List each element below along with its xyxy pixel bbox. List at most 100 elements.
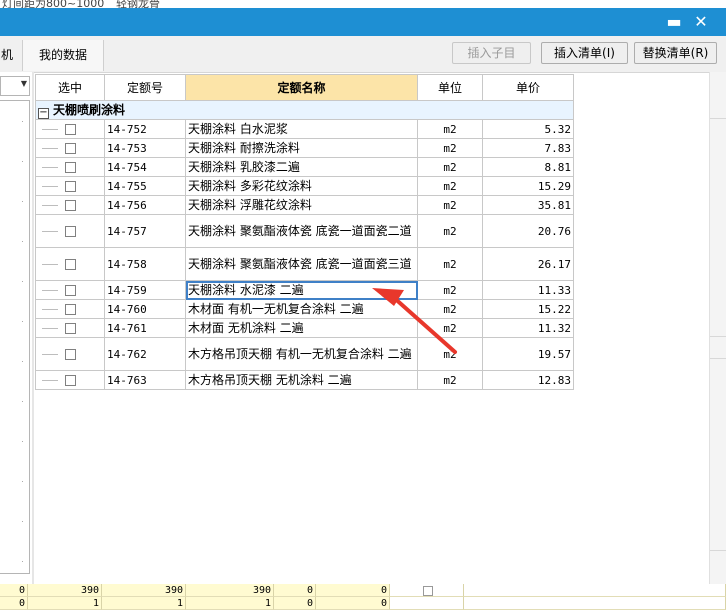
quota-code[interactable]: 14-758 xyxy=(104,247,186,281)
table-row[interactable]: 14-753 天棚涂料 耐擦洗涂料 m2 7.83 xyxy=(35,138,574,158)
quota-price[interactable]: 11.32 xyxy=(482,318,574,338)
header-unit[interactable]: 单位 xyxy=(417,74,483,101)
category-dropdown[interactable]: ▼ xyxy=(0,76,30,96)
cell[interactable]: 0 xyxy=(274,597,316,610)
quota-code[interactable]: 14-761 xyxy=(104,318,186,338)
quota-price[interactable]: 8.81 xyxy=(482,157,574,177)
row-checkbox[interactable] xyxy=(64,226,76,237)
cell[interactable]: 0 xyxy=(274,584,316,597)
quota-price[interactable]: 12.83 xyxy=(482,370,574,390)
header-select[interactable]: 选中 xyxy=(35,74,105,101)
quota-name[interactable]: 天棚涂料 水泥漆 二遍 xyxy=(185,280,418,300)
quota-code[interactable]: 14-756 xyxy=(104,195,186,215)
cell[interactable]: 1 xyxy=(186,597,274,610)
cell[interactable]: 390 xyxy=(102,584,186,597)
quota-name[interactable]: 天棚涂料 聚氨酯液体瓷 底瓷一道面瓷二道 xyxy=(185,214,418,248)
select-cell[interactable] xyxy=(35,299,105,319)
table-row[interactable]: 14-754 天棚涂料 乳胶漆二遍 m2 8.81 xyxy=(35,157,574,177)
cell[interactable]: 390 xyxy=(186,584,274,597)
select-cell[interactable] xyxy=(35,195,105,215)
row-checkbox[interactable] xyxy=(64,200,76,211)
cell[interactable]: 1 xyxy=(28,597,102,610)
quota-unit[interactable]: m2 xyxy=(417,370,483,390)
select-cell[interactable] xyxy=(35,247,105,281)
select-cell[interactable] xyxy=(35,370,105,390)
select-cell[interactable] xyxy=(35,280,105,300)
select-cell[interactable] xyxy=(35,157,105,177)
quota-name[interactable]: 天棚涂料 乳胶漆二遍 xyxy=(185,157,418,177)
insert-list-button[interactable]: 插入清单(I) xyxy=(541,42,628,64)
group-row[interactable]: − 天棚喷刷涂料 xyxy=(35,100,574,120)
row-checkbox[interactable] xyxy=(64,349,76,360)
cell[interactable]: 0 xyxy=(316,584,390,597)
quota-unit[interactable]: m2 xyxy=(417,176,483,196)
select-cell[interactable] xyxy=(35,337,105,371)
quota-unit[interactable]: m2 xyxy=(417,280,483,300)
table-row[interactable]: 14-763 木方格吊顶天棚 无机涂料 二遍 m2 12.83 xyxy=(35,370,574,390)
quota-name[interactable]: 木方格吊顶天棚 无机涂料 二遍 xyxy=(185,370,418,390)
quota-code[interactable]: 14-760 xyxy=(104,299,186,319)
table-row[interactable]: 14-752 天棚涂料 白水泥浆 m2 5.32 xyxy=(35,119,574,139)
cell[interactable]: 390 xyxy=(28,584,102,597)
row-checkbox[interactable] xyxy=(64,162,76,173)
quota-name[interactable]: 天棚涂料 聚氨酯液体瓷 底瓷一道面瓷三道 xyxy=(185,247,418,281)
quota-code[interactable]: 14-759 xyxy=(104,280,186,300)
table-row[interactable]: 14-762 木方格吊顶天棚 有机一无机复合涂料 二遍 m2 19.57 xyxy=(35,337,574,371)
close-icon[interactable]: ✕ xyxy=(689,10,713,34)
row-checkbox[interactable] xyxy=(64,323,76,334)
cell[interactable]: 0 xyxy=(0,597,28,610)
table-row[interactable]: 14-757 天棚涂料 聚氨酯液体瓷 底瓷一道面瓷二道 m2 20.76 xyxy=(35,214,574,248)
quota-name[interactable]: 天棚涂料 多彩花纹涂料 xyxy=(185,176,418,196)
quota-name[interactable]: 木材面 有机一无机复合涂料 二遍 xyxy=(185,299,418,319)
table-row[interactable]: 14-755 天棚涂料 多彩花纹涂料 m2 15.29 xyxy=(35,176,574,196)
row-checkbox[interactable] xyxy=(64,124,76,135)
select-cell[interactable] xyxy=(35,318,105,338)
header-name[interactable]: 定额名称 xyxy=(185,74,418,101)
category-tree[interactable] xyxy=(0,100,30,574)
quota-code[interactable]: 14-755 xyxy=(104,176,186,196)
quota-price[interactable]: 15.22 xyxy=(482,299,574,319)
quota-code[interactable]: 14-753 xyxy=(104,138,186,158)
table-row[interactable]: 14-760 木材面 有机一无机复合涂料 二遍 m2 15.22 xyxy=(35,299,574,319)
insert-child-button[interactable]: 插入子目 xyxy=(452,42,531,64)
quota-unit[interactable]: m2 xyxy=(417,157,483,177)
tab-left-cut[interactable]: 机 xyxy=(0,40,23,71)
quota-price[interactable]: 7.83 xyxy=(482,138,574,158)
row-checkbox[interactable] xyxy=(64,259,76,270)
quota-price[interactable]: 5.32 xyxy=(482,119,574,139)
select-cell[interactable] xyxy=(35,176,105,196)
header-code[interactable]: 定额号 xyxy=(104,74,186,101)
cell[interactable] xyxy=(390,597,464,610)
table-row[interactable]: 14-761 木材面 无机涂料 二遍 m2 11.32 xyxy=(35,318,574,338)
cell[interactable]: 0 xyxy=(316,597,390,610)
minimize-icon[interactable]: ▬ xyxy=(662,10,686,34)
row-checkbox[interactable] xyxy=(64,285,76,296)
table-row[interactable]: 14-759 天棚涂料 水泥漆 二遍 m2 11.33 xyxy=(35,280,574,300)
quota-name[interactable]: 木方格吊顶天棚 有机一无机复合涂料 二遍 xyxy=(185,337,418,371)
bottom-checkbox[interactable] xyxy=(423,586,433,596)
quota-unit[interactable]: m2 xyxy=(417,138,483,158)
dialog-title-bar[interactable]: ▬ ✕ xyxy=(0,8,726,36)
table-row[interactable]: 14-758 天棚涂料 聚氨酯液体瓷 底瓷一道面瓷三道 m2 26.17 xyxy=(35,247,574,281)
quota-unit[interactable]: m2 xyxy=(417,195,483,215)
row-checkbox[interactable] xyxy=(64,143,76,154)
quota-unit[interactable]: m2 xyxy=(417,337,483,371)
cell[interactable]: 1 xyxy=(102,597,186,610)
quota-price[interactable]: 35.81 xyxy=(482,195,574,215)
quota-unit[interactable]: m2 xyxy=(417,318,483,338)
quota-code[interactable]: 14-754 xyxy=(104,157,186,177)
quota-price[interactable]: 26.17 xyxy=(482,247,574,281)
quota-code[interactable]: 14-762 xyxy=(104,337,186,371)
tab-my-data[interactable]: 我的数据 xyxy=(22,40,104,71)
quota-code[interactable]: 14-752 xyxy=(104,119,186,139)
select-cell[interactable] xyxy=(35,138,105,158)
select-cell[interactable] xyxy=(35,214,105,248)
splitter[interactable] xyxy=(32,72,34,584)
collapse-icon[interactable]: − xyxy=(38,108,49,119)
row-checkbox[interactable] xyxy=(64,181,76,192)
quota-unit[interactable]: m2 xyxy=(417,119,483,139)
cell[interactable]: 0 xyxy=(0,584,28,597)
replace-list-button[interactable]: 替换清单(R) xyxy=(634,42,717,64)
quota-name[interactable]: 天棚涂料 耐擦洗涂料 xyxy=(185,138,418,158)
quota-name[interactable]: 天棚涂料 浮雕花纹涂料 xyxy=(185,195,418,215)
